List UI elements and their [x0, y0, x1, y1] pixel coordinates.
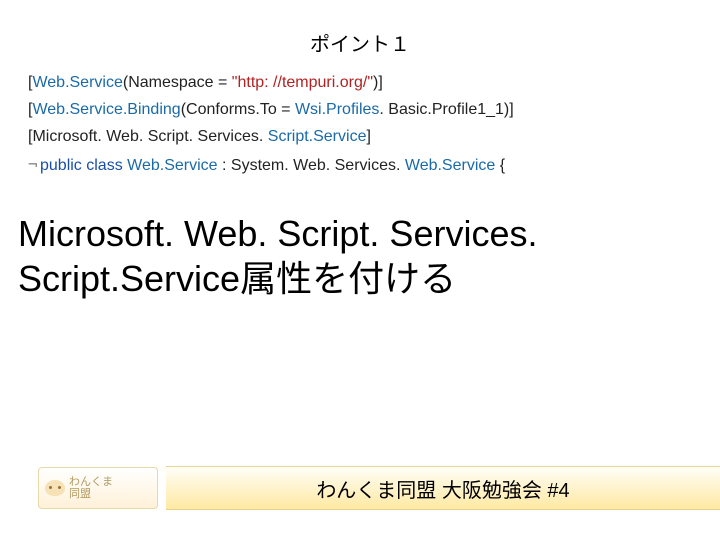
- slide-title: ポイント１: [0, 0, 720, 57]
- logo-text: わんくま 同盟: [69, 476, 113, 500]
- headline-line-1: Microsoft. Web. Script. Services.: [18, 211, 702, 256]
- logo-text-line-2: 同盟: [69, 488, 113, 500]
- code-text: {: [495, 157, 505, 174]
- type-name: Wsi.Profiles: [295, 101, 379, 118]
- code-block: [Web.Service(Namespace = "http: //tempur…: [28, 69, 692, 179]
- code-line-3: [Microsoft. Web. Script. Services. Scrip…: [28, 123, 692, 150]
- logo-text-line-1: わんくま: [69, 476, 113, 488]
- type-name: Web.Service: [405, 157, 495, 174]
- bracket: ]: [366, 128, 370, 145]
- code-text: . Basic.Profile1_1)]: [379, 101, 513, 118]
- type-name: Web.Service.Binding: [32, 101, 180, 118]
- type-name: Script.Service: [268, 128, 367, 145]
- type-name: Web.Service: [127, 157, 217, 174]
- code-text: [Microsoft. Web. Script. Services.: [28, 128, 268, 145]
- code-text: (Conforms.To =: [181, 101, 295, 118]
- headline-line-2: Script.Service属性を付ける: [18, 256, 702, 301]
- code-line-1: [Web.Service(Namespace = "http: //tempur…: [28, 69, 692, 96]
- footer: わんくま 同盟 わんくま同盟 大阪勉強会 #4: [0, 464, 720, 512]
- code-text: (Namespace =: [123, 74, 232, 91]
- bear-icon: [45, 480, 65, 496]
- code-line-2: [Web.Service.Binding(Conforms.To = Wsi.P…: [28, 96, 692, 123]
- keyword: public class: [40, 157, 127, 174]
- code-text: : System. Web. Services.: [218, 157, 405, 174]
- code-line-4: ¬public class Web.Service : System. Web.…: [28, 151, 692, 179]
- outline-mark: ¬: [28, 151, 40, 178]
- footer-bar: わんくま同盟 大阪勉強会 #4: [166, 466, 720, 510]
- bracket: )]: [373, 74, 383, 91]
- type-name: Web.Service: [32, 74, 122, 91]
- string-literal: "http: //tempuri.org/": [232, 74, 373, 91]
- headline: Microsoft. Web. Script. Services. Script…: [18, 211, 702, 301]
- footer-text: わんくま同盟 大阪勉強会 #4: [316, 474, 569, 503]
- logo: わんくま 同盟: [38, 467, 158, 509]
